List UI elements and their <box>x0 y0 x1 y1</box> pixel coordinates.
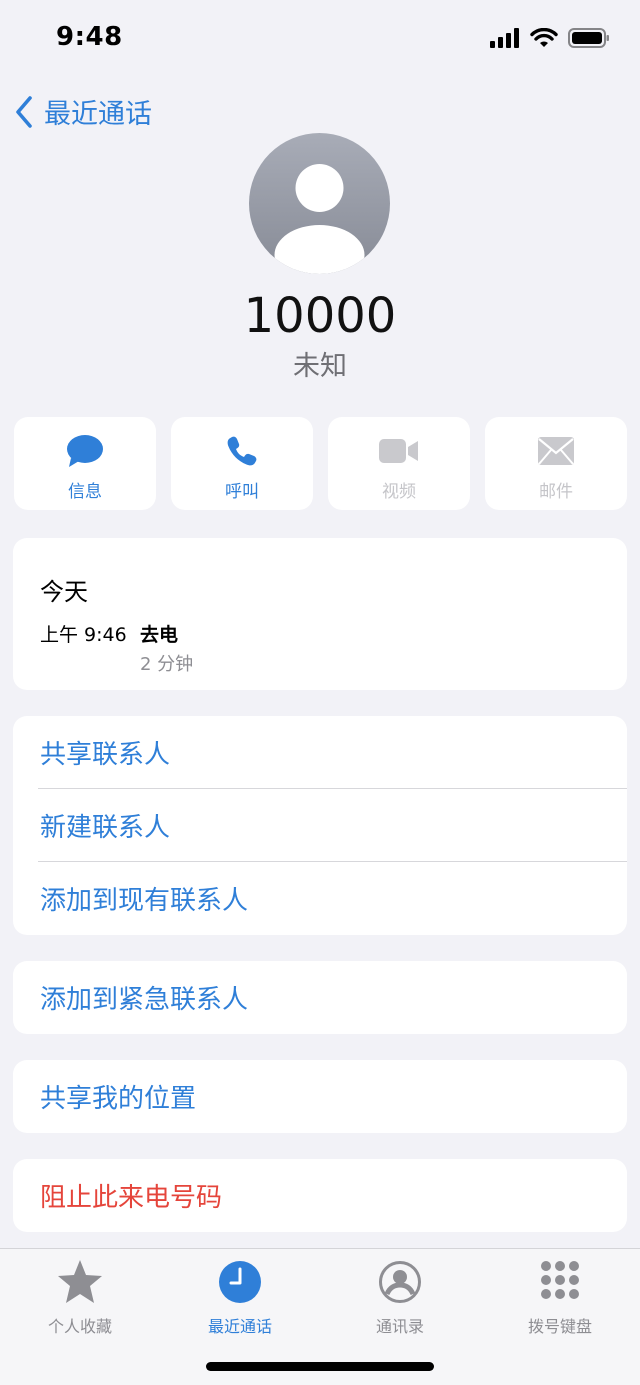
back-button[interactable]: 最近通话 <box>14 92 152 131</box>
video-icon <box>379 439 418 463</box>
call-history-duration: 2 分钟 <box>140 654 194 675</box>
battery-icon <box>568 28 609 48</box>
message-icon <box>67 435 103 467</box>
add-to-existing-contact-button[interactable]: 添加到现有联系人 <box>13 862 627 935</box>
emergency-contact-group: 添加到紧急联系人 <box>13 961 627 1034</box>
call-history-day: 今天 <box>40 578 88 606</box>
block-caller-button[interactable]: 阻止此来电号码 <box>13 1159 627 1232</box>
tab-favorites[interactable]: 个人收藏 <box>0 1259 160 1337</box>
contact-label: 未知 <box>293 351 347 382</box>
mail-icon <box>538 437 574 465</box>
mail-button-label: 邮件 <box>539 482 573 502</box>
action-buttons: 信息 呼叫 视频 邮件 <box>14 417 627 510</box>
tab-keypad-label: 拨号键盘 <box>527 1317 592 1336</box>
tab-recents-label: 最近通话 <box>207 1317 272 1336</box>
back-label: 最近通话 <box>44 99 152 130</box>
share-location-group: 共享我的位置 <box>13 1060 627 1133</box>
status-bar: 9:48 <box>0 0 640 80</box>
call-history-type: 去电 <box>140 624 179 646</box>
tab-favorites-label: 个人收藏 <box>47 1317 112 1336</box>
share-contact-button[interactable]: 共享联系人 <box>13 716 627 789</box>
cellular-signal-icon <box>490 28 519 48</box>
tab-recents[interactable]: 最近通话 <box>160 1259 320 1337</box>
chevron-left-icon <box>16 95 32 128</box>
keypad-icon <box>541 1261 579 1299</box>
share-location-button[interactable]: 共享我的位置 <box>13 1060 627 1133</box>
video-button-label: 视频 <box>382 482 416 502</box>
block-caller-group: 阻止此来电号码 <box>13 1159 627 1232</box>
phone-icon <box>227 436 257 466</box>
contacts-icon <box>379 1261 421 1303</box>
status-time: 9:48 <box>56 22 123 52</box>
call-button-label: 呼叫 <box>225 482 259 502</box>
tab-keypad[interactable]: 拨号键盘 <box>480 1259 640 1337</box>
tab-contacts[interactable]: 通讯录 <box>320 1259 480 1337</box>
mail-button[interactable]: 邮件 <box>485 417 627 510</box>
avatar <box>249 133 390 274</box>
home-indicator[interactable] <box>206 1362 434 1371</box>
video-button[interactable]: 视频 <box>328 417 470 510</box>
message-button-label: 信息 <box>68 482 102 502</box>
star-icon <box>58 1260 102 1303</box>
contact-options-group: 共享联系人 新建联系人 添加到现有联系人 <box>13 716 627 935</box>
status-icons <box>490 28 610 48</box>
call-history-time: 上午 9:46 <box>40 624 127 646</box>
call-history-card: 今天 上午 9:46 去电 2 分钟 <box>13 538 627 690</box>
tab-contacts-label: 通讯录 <box>375 1317 424 1336</box>
message-button[interactable]: 信息 <box>14 417 156 510</box>
new-contact-button[interactable]: 新建联系人 <box>13 789 627 862</box>
add-to-emergency-contact-button[interactable]: 添加到紧急联系人 <box>13 961 627 1034</box>
wifi-icon <box>530 28 558 47</box>
person-silhouette-icon <box>274 164 365 274</box>
contact-number: 10000 <box>243 288 397 344</box>
clock-icon <box>219 1261 261 1303</box>
call-button[interactable]: 呼叫 <box>171 417 313 510</box>
